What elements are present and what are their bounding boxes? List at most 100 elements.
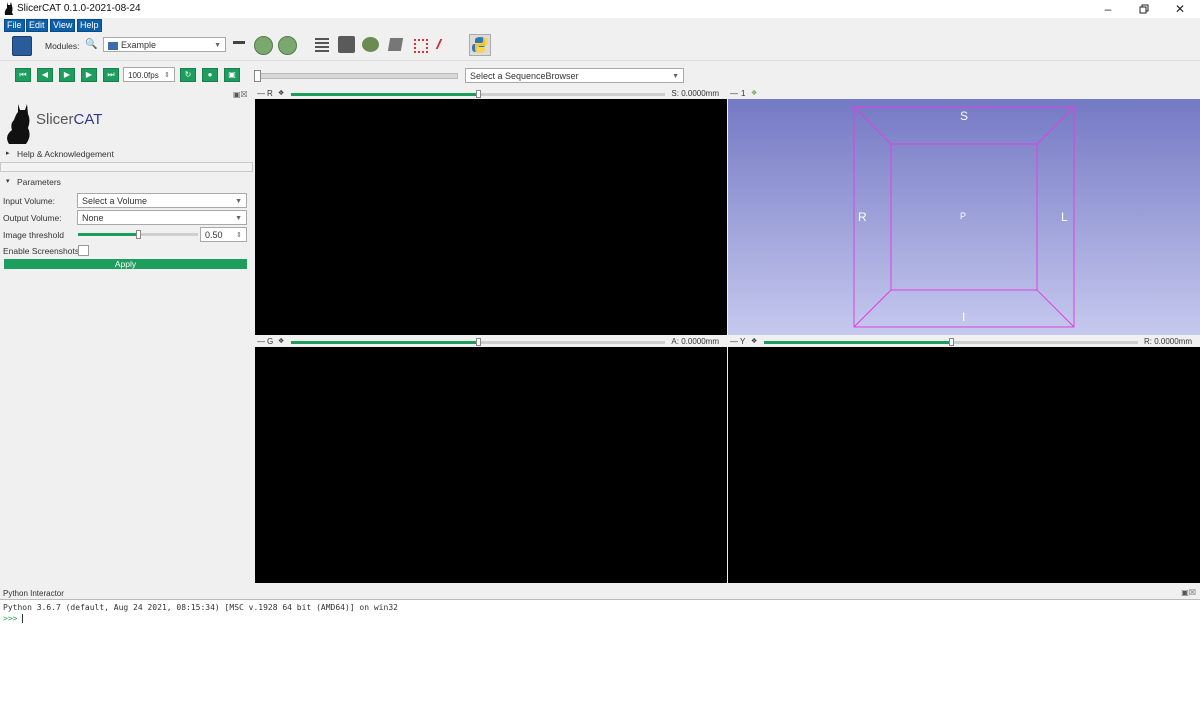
- last-frame-button[interactable]: ⏭: [103, 68, 119, 82]
- back-arrow-icon[interactable]: [254, 36, 273, 55]
- center-view-icon[interactable]: ❖: [751, 89, 757, 97]
- window-title: SlicerCAT 0.1.0-2021-08-24: [17, 3, 141, 14]
- help-section-body: [0, 162, 253, 172]
- spin-arrows-icon: ⇕: [164, 72, 170, 79]
- close-button[interactable]: ✕: [1160, 0, 1200, 18]
- yellow-slice-slider-handle[interactable]: [949, 338, 954, 346]
- orientation-right: L: [1061, 210, 1068, 224]
- volumes-module-icon[interactable]: [338, 36, 355, 53]
- module-selected-value: Example: [121, 40, 157, 50]
- python-console-button[interactable]: [469, 34, 491, 56]
- module-list-icon[interactable]: [12, 36, 32, 56]
- green-view-label: G: [267, 337, 274, 346]
- python-float-close-icons[interactable]: ▣☒: [1181, 588, 1196, 597]
- logo-text-prefix: Slicer: [36, 111, 74, 128]
- pin-icon[interactable]: —: [257, 337, 265, 346]
- python-console[interactable]: Python 3.6.7 (default, Aug 24 2021, 08:1…: [0, 599, 1200, 720]
- sequence-browser-selector[interactable]: Select a SequenceBrowser ▼: [465, 68, 684, 83]
- link-icon[interactable]: ❖: [278, 337, 284, 345]
- menu-bar: File Edit View Help: [0, 18, 1200, 32]
- green-view-controller: — G ❖ A: 0.0000mm: [255, 337, 727, 347]
- next-frame-button[interactable]: ▶: [81, 68, 97, 82]
- python-interactor-title: Python Interactor: [3, 589, 64, 598]
- yellow-view-controller: — Y ❖ R: 0.0000mm: [728, 337, 1200, 347]
- yellow-slice-slider-fill: [764, 341, 951, 344]
- link-icon[interactable]: ❖: [751, 337, 757, 345]
- menu-view[interactable]: View: [50, 19, 76, 32]
- panel-float-close-icons[interactable]: ▣☒: [233, 90, 248, 99]
- transforms-module-icon[interactable]: [387, 38, 404, 51]
- pin-icon[interactable]: —: [730, 89, 738, 98]
- menu-edit[interactable]: Edit: [26, 19, 48, 32]
- screenshots-label: Enable Screenshots: [3, 246, 80, 256]
- yellow-slice-view[interactable]: [728, 347, 1200, 583]
- red-slice-slider-fill: [291, 93, 478, 96]
- orientation-left: R: [858, 210, 867, 224]
- threshold-slider-handle[interactable]: [136, 230, 141, 239]
- python-interactor-header: Python Interactor ▣☒: [0, 588, 1200, 599]
- segment-editor-icon[interactable]: [435, 39, 455, 49]
- fps-value: 100.0fps: [128, 71, 159, 80]
- expand-arrow-icon[interactable]: ▾: [6, 177, 10, 185]
- threed-view-controller: — 1 ❖: [728, 89, 1200, 99]
- orientation-bottom: I: [962, 310, 966, 324]
- orientation-center: P: [960, 211, 967, 221]
- minimize-button[interactable]: –: [1088, 0, 1128, 18]
- link-icon[interactable]: ❖: [278, 89, 284, 97]
- orientation-top: S: [960, 109, 969, 123]
- threed-view-label: 1: [741, 89, 746, 98]
- sequence-browser-value: Select a SequenceBrowser: [470, 71, 579, 81]
- red-view-label: R: [267, 89, 273, 98]
- sequence-slider[interactable]: [254, 70, 458, 82]
- pin-icon[interactable]: —: [257, 89, 265, 98]
- threed-view[interactable]: S I R L P: [728, 99, 1200, 335]
- models-module-icon[interactable]: [362, 37, 379, 52]
- input-volume-value: Select a Volume: [82, 196, 148, 206]
- restore-icon: [1139, 4, 1149, 14]
- red-view-controller: — R ❖ S: 0.0000mm: [255, 89, 727, 99]
- text-cursor: [22, 614, 23, 623]
- help-section-header[interactable]: Help & Acknowledgement: [17, 149, 114, 159]
- apply-button[interactable]: Apply: [4, 259, 247, 269]
- chevron-down-icon: ▼: [672, 73, 679, 80]
- previous-frame-button[interactable]: ◀: [37, 68, 53, 82]
- input-volume-label: Input Volume:: [3, 196, 55, 206]
- play-button[interactable]: ▶: [59, 68, 75, 82]
- sequence-toolbar: ⏮ ◀ ▶ ▶ ⏭ 100.0fps ⇕ ↻ ● ▣ Select a Sequ…: [0, 60, 1200, 89]
- yellow-view-label: Y: [740, 337, 746, 346]
- slicercat-app-icon: [4, 2, 13, 15]
- parameters-section-header[interactable]: Parameters: [17, 177, 61, 187]
- input-volume-selector[interactable]: Select a Volume ▼: [77, 193, 247, 208]
- green-slice-slider-fill: [291, 341, 478, 344]
- threshold-label: Image threshold: [3, 230, 64, 240]
- forward-arrow-icon[interactable]: [278, 36, 297, 55]
- record-button[interactable]: ●: [202, 68, 218, 82]
- module-icon: [108, 41, 118, 50]
- snapshot-button[interactable]: ▣: [224, 68, 240, 82]
- sequence-slider-handle[interactable]: [254, 70, 261, 82]
- menu-file[interactable]: File: [4, 19, 25, 32]
- green-slice-slider-handle[interactable]: [476, 338, 481, 346]
- fps-spinbox[interactable]: 100.0fps ⇕: [123, 67, 175, 82]
- python-icon: [472, 37, 488, 53]
- module-selector[interactable]: Example ▼: [103, 37, 226, 52]
- module-history-icon[interactable]: [233, 41, 245, 44]
- threshold-slider[interactable]: [78, 230, 198, 239]
- pin-icon[interactable]: —: [730, 337, 738, 346]
- first-frame-button[interactable]: ⏮: [15, 68, 31, 82]
- chevron-down-icon: ▼: [235, 215, 242, 222]
- markups-module-icon[interactable]: [414, 39, 428, 53]
- red-slice-view[interactable]: [255, 99, 727, 335]
- loop-button[interactable]: ↻: [180, 68, 196, 82]
- menu-help[interactable]: Help: [77, 19, 102, 32]
- red-slice-slider-handle[interactable]: [476, 90, 481, 98]
- yellow-slice-offset: R: 0.0000mm: [1143, 337, 1192, 346]
- screenshots-checkbox[interactable]: [78, 245, 89, 256]
- restore-button[interactable]: [1124, 0, 1164, 18]
- output-volume-selector[interactable]: None ▼: [77, 210, 247, 225]
- collapse-arrow-icon[interactable]: ▸: [6, 149, 10, 157]
- threshold-spinbox[interactable]: 0.50 ⇕: [200, 227, 247, 242]
- search-icon[interactable]: 🔍: [85, 39, 97, 50]
- data-module-icon[interactable]: [315, 38, 329, 52]
- green-slice-view[interactable]: [255, 347, 727, 583]
